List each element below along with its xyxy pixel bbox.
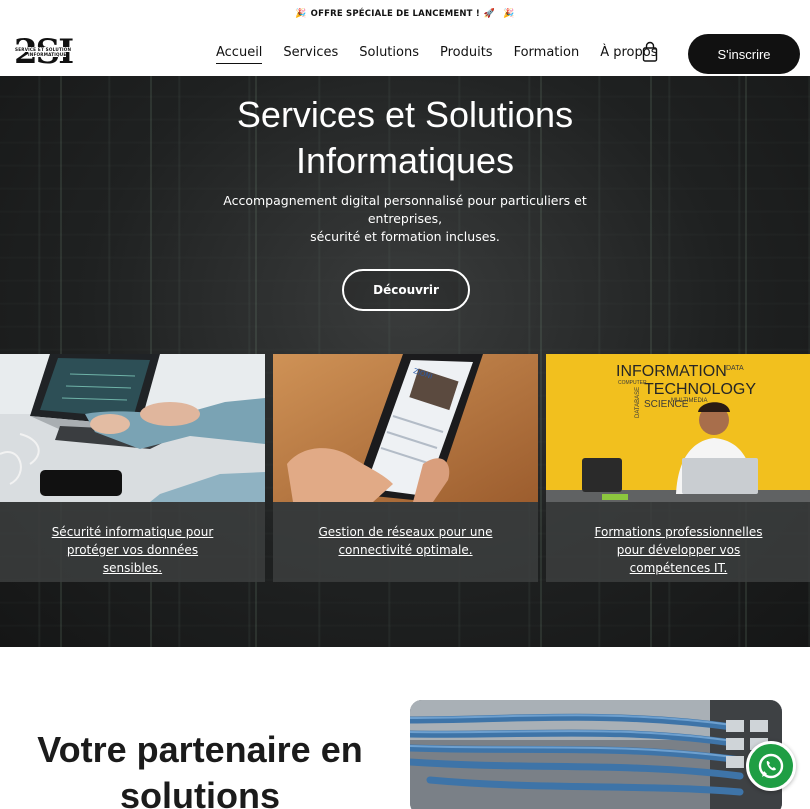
logo[interactable]: 2SI SERVICE ET SOLUTION INFORMATIQUE <box>14 34 82 70</box>
party-icon: 🎉 <box>295 9 307 19</box>
wall-word: INFORMATION <box>616 363 727 380</box>
party-icon: 🎉 <box>503 9 515 19</box>
partner-heading: Votre partenaire en solutions <box>0 727 400 809</box>
wall-word: COMPUTER <box>618 380 647 386</box>
page: 🎉 OFFRE SPÉCIALE DE LANCEMENT ! 🚀 🎉 2SI … <box>0 0 810 809</box>
hero-subtitle: Accompagnement digital personnalisé pour… <box>195 192 615 246</box>
hero-title-line: Informatiques <box>295 140 515 181</box>
shopping-bag-icon[interactable] <box>642 41 658 63</box>
nav-item-accueil[interactable]: Accueil <box>216 43 263 64</box>
wall-word: DATA <box>726 365 744 372</box>
hero-title: Services et Solutions Informatiques <box>0 92 810 184</box>
whatsapp-icon[interactable] <box>746 741 796 791</box>
service-card-training[interactable]: INFORMATION TECHNOLOGY SCIENCE DATA MULT… <box>546 354 810 582</box>
announcement-text: OFFRE SPÉCIALE DE LANCEMENT ! <box>310 9 480 19</box>
network-cables-photo <box>410 700 782 809</box>
partner-heading-line: solutions <box>120 775 280 809</box>
service-card-link[interactable]: Sécurité informatique pour protéger vos … <box>43 523 223 577</box>
announcement-bar: 🎉 OFFRE SPÉCIALE DE LANCEMENT ! 🚀 🎉 <box>0 0 810 28</box>
phone-photo: ZIONI <box>273 354 538 502</box>
rocket-icon: 🚀 <box>483 9 496 19</box>
main-nav: Accueil Services Solutions Produits Form… <box>216 43 679 64</box>
partner-heading-line: Votre partenaire en <box>37 729 363 770</box>
wall-word: MULTIMEDIA <box>671 398 708 404</box>
nav-item-services[interactable]: Services <box>283 43 338 64</box>
nav-item-formation[interactable]: Formation <box>514 43 580 64</box>
site-header: 2SI SERVICE ET SOLUTION INFORMATIQUE Acc… <box>0 28 810 76</box>
training-photo: INFORMATION TECHNOLOGY SCIENCE DATA MULT… <box>546 354 810 502</box>
wall-word: TECHNOLOGY <box>644 381 756 398</box>
service-card-network[interactable]: ZIONI Gestion de réseaux pour une connec… <box>273 354 538 582</box>
signup-button[interactable]: S'inscrire <box>688 34 800 74</box>
logo-tagline-2: INFORMATIQUE <box>28 52 67 57</box>
hero-subtitle-line: Accompagnement digital personnalisé pour… <box>223 193 587 226</box>
wall-word: DATABASE <box>635 387 641 418</box>
laptop-photo <box>0 354 265 502</box>
nav-item-produits[interactable]: Produits <box>440 43 493 64</box>
hero-subtitle-line: sécurité et formation incluses. <box>310 229 500 244</box>
hero-section: Services et Solutions Informatiques Acco… <box>0 76 810 647</box>
service-card-link[interactable]: Formations professionnelles pour dévelop… <box>589 523 769 577</box>
discover-button[interactable]: Découvrir <box>342 269 470 311</box>
nav-item-solutions[interactable]: Solutions <box>359 43 419 64</box>
hero-title-line: Services et Solutions <box>236 94 574 135</box>
service-card-caption: Sécurité informatique pour protéger vos … <box>0 502 265 582</box>
service-card-security[interactable]: Sécurité informatique pour protéger vos … <box>0 354 265 582</box>
service-card-caption: Gestion de réseaux pour une connectivité… <box>273 502 538 582</box>
service-card-caption: Formations professionnelles pour dévelop… <box>546 502 810 582</box>
service-card-link[interactable]: Gestion de réseaux pour une connectivité… <box>316 523 496 559</box>
